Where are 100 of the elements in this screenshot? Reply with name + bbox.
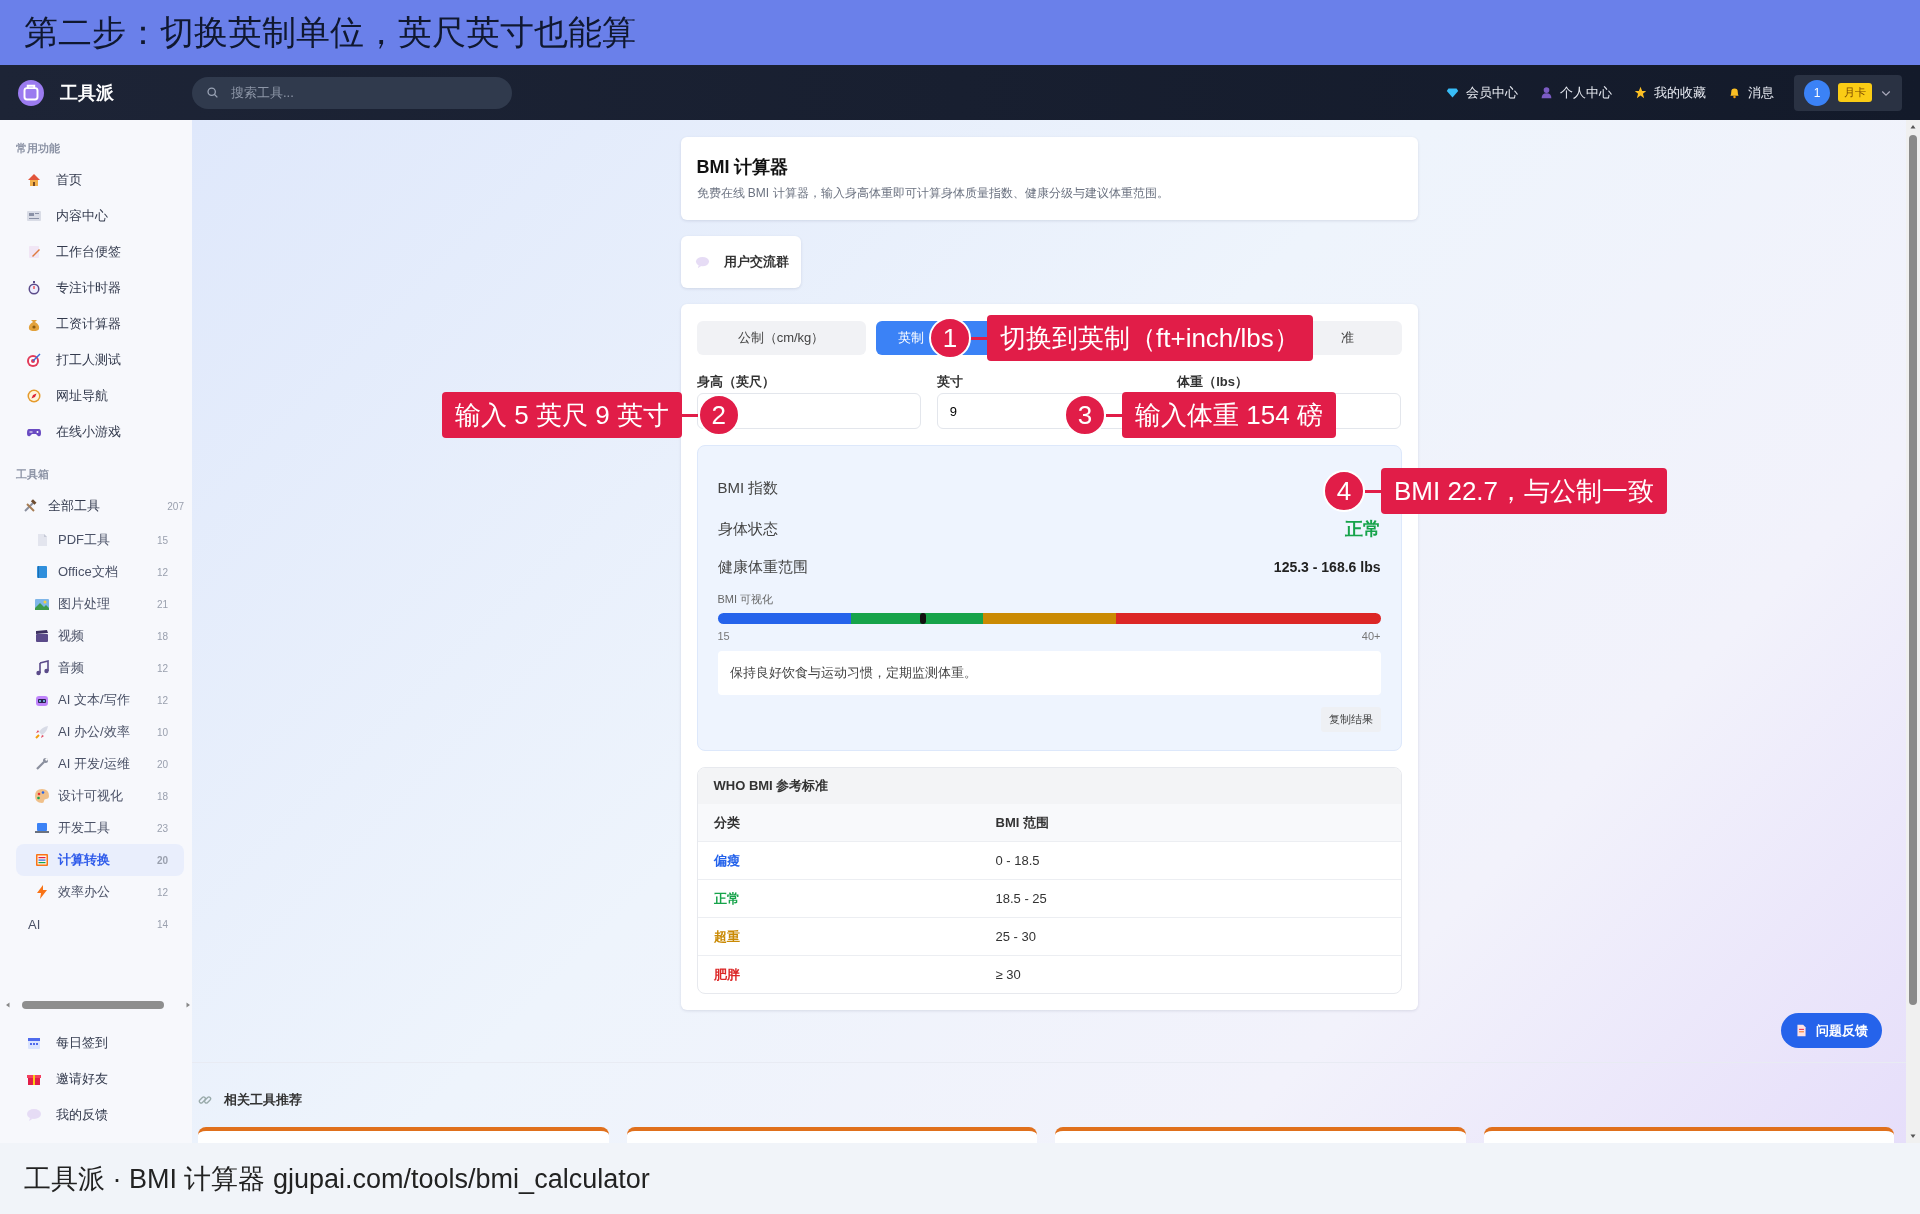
group-chat-button[interactable]: 用户交流群	[680, 236, 801, 288]
sidebar-item[interactable]: 音频 12	[16, 652, 184, 684]
banner-title: 第二步：切换英制单位，英尺英寸也能算	[24, 11, 636, 53]
scrollbar-thumb[interactable]	[1909, 135, 1917, 1005]
table-cell-text: 肥胖	[712, 965, 741, 984]
person-icon	[1540, 86, 1553, 99]
sidebar-item[interactable]: 开发工具 23	[16, 812, 184, 844]
sidebar-item-label[interactable]: 图片处理	[58, 595, 149, 613]
caption-text: 工具派 · BMI 计算器 gjupai.com/tools/bmi_calculator	[0, 1143, 1920, 1214]
sidebar-item[interactable]: 全部工具 207	[16, 488, 184, 524]
table-cell-text: 超重	[712, 927, 741, 946]
sidebar-item[interactable]: AI 办公/效率 10	[16, 716, 184, 748]
calendar-icon	[26, 1035, 42, 1051]
nav-link-label[interactable]: 消息	[1748, 83, 1774, 102]
item-count: 20	[156, 854, 168, 866]
nav-link[interactable]: 会员中心	[1446, 83, 1518, 102]
table-cell-text: 0 - 18.5	[994, 852, 1041, 870]
column-header: BMI 范围	[994, 813, 1050, 832]
compass-icon	[26, 388, 42, 404]
sidebar-item[interactable]: 工作台便签	[16, 234, 184, 270]
callout-tooltip: BMI 22.7，与公制一致	[1381, 468, 1668, 514]
sidebar-item[interactable]: 视频 18	[16, 620, 184, 652]
scale-label: BMI 可视化	[717, 592, 775, 607]
result-label: 身体状态	[717, 519, 778, 539]
sidebar-item-label[interactable]: AI 文本/写作	[58, 691, 149, 709]
item-count: 12	[156, 886, 168, 898]
vertical-scrollbar[interactable]	[1906, 120, 1920, 1143]
field-label: 英寸	[936, 373, 964, 391]
callout-tooltip: 输入体重 154 磅	[1122, 392, 1336, 438]
sidebar-item[interactable]: 工资计算器	[16, 306, 184, 342]
laptop-icon	[34, 820, 50, 836]
membership-badge: 月卡	[1838, 83, 1872, 102]
speech-bubble-icon	[26, 1107, 42, 1123]
sidebar-item-label[interactable]: 设计可视化	[58, 787, 149, 805]
search-field[interactable]: 搜索工具...	[192, 76, 512, 109]
sidebar-item[interactable]: 网址导航	[16, 378, 184, 414]
sidebar-item-label[interactable]: PDF工具	[58, 531, 149, 549]
wrench-icon	[34, 756, 50, 772]
sidebar-item[interactable]: 每日签到	[16, 1025, 184, 1061]
app-logo-text[interactable]: 工具派	[60, 80, 114, 105]
note-icon	[26, 244, 42, 260]
sidebar-item-label[interactable]: Office文档	[58, 563, 149, 581]
column-header: 分类	[712, 813, 741, 832]
sidebar-item[interactable]: 图片处理 21	[16, 588, 184, 620]
sidebar-item[interactable]: 我的反馈	[16, 1097, 184, 1133]
nav-link[interactable]: 我的收藏	[1634, 83, 1706, 102]
rocket-icon	[34, 724, 50, 740]
scroll-right-icon	[184, 1001, 192, 1009]
newspaper-icon	[26, 208, 42, 224]
scale-min-label: 15	[717, 630, 730, 642]
sidebar-item[interactable]: 首页	[16, 162, 184, 198]
status-value: 正常	[1344, 518, 1381, 541]
sidebar-item[interactable]: 打工人测试	[16, 342, 184, 378]
feedback-button[interactable]: 问题反馈	[1781, 1013, 1882, 1048]
sidebar-item-label[interactable]: 效率办公	[58, 883, 149, 901]
item-count: 10	[156, 726, 168, 738]
avatar[interactable]: 1	[1804, 79, 1830, 106]
sidebar-item[interactable]: 在线小游戏	[16, 414, 184, 450]
field-label: 身高（英尺）	[696, 373, 776, 391]
user-menu[interactable]: 1 月卡	[1794, 74, 1902, 111]
sidebar-item[interactable]: 设计可视化 18	[16, 780, 184, 812]
sidebar-item[interactable]: Office文档 12	[16, 556, 184, 588]
target-icon	[26, 352, 42, 368]
sidebar-item[interactable]: 效率办公 12	[16, 876, 184, 908]
result-label: 健康体重范围	[717, 557, 808, 577]
sidebar-item-label[interactable]: 计算转换	[58, 851, 149, 869]
sidebar-item[interactable]: AI 开发/运维 20	[16, 748, 184, 780]
book-icon	[34, 564, 50, 580]
sidebar-item[interactable]: AI 14	[16, 908, 184, 940]
page-description: 免费在线 BMI 计算器，输入身高体重即可计算身体质量指数、健康分级与建议体重范围。	[696, 185, 1170, 202]
sidebar-item[interactable]: 内容中心	[16, 198, 184, 234]
search-input[interactable]: 搜索工具...	[231, 76, 498, 109]
sidebar-item[interactable]: 邀请好友	[16, 1061, 184, 1097]
nav-link-label[interactable]: 会员中心	[1466, 83, 1518, 102]
sidebar-item-label[interactable]: AI	[28, 916, 149, 932]
nav-link[interactable]: 个人中心	[1540, 83, 1612, 102]
scrollbar-thumb[interactable]	[22, 1001, 164, 1009]
sidebar-item-label[interactable]: 音频	[58, 659, 149, 677]
sidebar-item-label[interactable]: 视频	[58, 627, 149, 645]
sidebar-item[interactable]: 专注计时器	[16, 270, 184, 306]
table-cell-text: 18.5 - 25	[994, 890, 1048, 908]
scale-max-label: 40+	[1361, 630, 1381, 642]
speech-bubble-icon	[694, 254, 710, 270]
sidebar-item-label[interactable]: AI 开发/运维	[58, 755, 149, 773]
unit-tab[interactable]: 公制（cm/kg）	[696, 321, 866, 355]
table-title: WHO BMI 参考标准	[697, 768, 1401, 804]
copy-result-button[interactable]: 复制结果	[1320, 707, 1381, 732]
sidebar-item-label[interactable]: 全部工具	[48, 497, 158, 515]
scroll-down-icon	[1909, 1132, 1917, 1140]
nav-link[interactable]: 消息	[1728, 83, 1774, 102]
nav-link-label[interactable]: 个人中心	[1560, 83, 1612, 102]
star-icon	[1634, 86, 1647, 99]
sidebar-item[interactable]: 计算转换 20	[16, 844, 184, 876]
table-cell-text: 25 - 30	[994, 928, 1037, 946]
sidebar-item-label[interactable]: AI 办公/效率	[58, 723, 149, 741]
sidebar-item[interactable]: PDF工具 15	[16, 524, 184, 556]
table-cell-text: 偏瘦	[712, 851, 741, 870]
sidebar-item[interactable]: AI 文本/写作 12	[16, 684, 184, 716]
nav-link-label[interactable]: 我的收藏	[1654, 83, 1706, 102]
sidebar-item-label[interactable]: 开发工具	[58, 819, 149, 837]
